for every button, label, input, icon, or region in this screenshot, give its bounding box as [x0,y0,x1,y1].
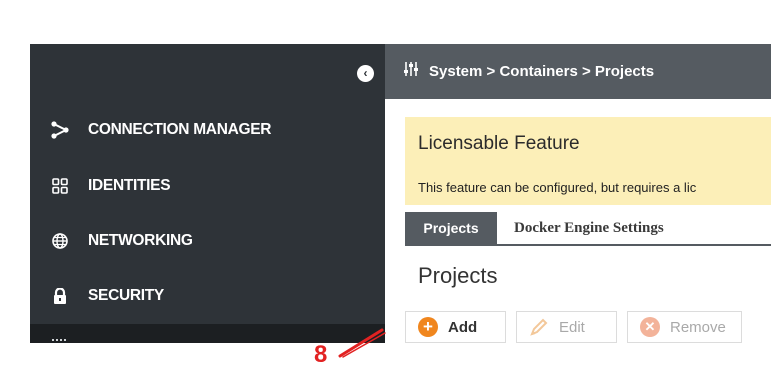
license-text: This feature can be configured, but requ… [418,180,697,195]
sidebar: ‹ CONNECTION MANAGER IDENTITIES NETWORKI… [30,44,385,343]
add-button-label: Add [448,318,478,336]
sidebar-item-networking[interactable]: NETWORKING [30,221,385,261]
sidebar-item-label: IDENTITIES [88,177,171,194]
remove-button-label: Remove [670,318,726,336]
chevron-left-circle-icon[interactable]: ‹ [357,65,374,82]
license-title: Licensable Feature [418,133,580,154]
sidebar-item-connection-manager[interactable]: CONNECTION MANAGER [30,110,385,150]
breadcrumb: System > Containers > Projects [429,63,655,80]
license-banner: Licensable Feature This feature can be c… [405,117,771,205]
more-icon [52,339,66,343]
remove-button[interactable]: ✕ Remove [627,311,742,343]
sidebar-item-security[interactable]: SECURITY [30,276,385,316]
sidebar-item-partial[interactable] [30,324,385,343]
pencil-icon [529,317,549,337]
tab-docker-engine-settings[interactable]: Docker Engine Settings [504,212,674,244]
edit-button-label: Edit [559,318,585,336]
plus-circle-icon: + [418,317,438,337]
globe-icon [30,233,88,249]
share-nodes-icon [30,121,88,139]
sidebar-item-label: CONNECTION MANAGER [88,121,272,138]
grid-squares-icon [30,178,88,194]
x-circle-icon: ✕ [640,317,660,337]
tab-bar: Projects Docker Engine Settings [405,212,771,246]
tab-projects[interactable]: Projects [405,212,497,244]
lock-icon [30,287,88,305]
edit-button[interactable]: Edit [516,311,617,343]
page-title: Projects [418,263,498,288]
sidebar-item-identities[interactable]: IDENTITIES [30,166,385,206]
sliders-icon [403,61,419,82]
header-bar: System > Containers > Projects [385,44,771,99]
annotation-number: 8 [314,341,328,368]
sidebar-item-label: SECURITY [88,287,164,304]
sidebar-item-label: NETWORKING [88,232,193,249]
add-button[interactable]: + Add [405,311,506,343]
